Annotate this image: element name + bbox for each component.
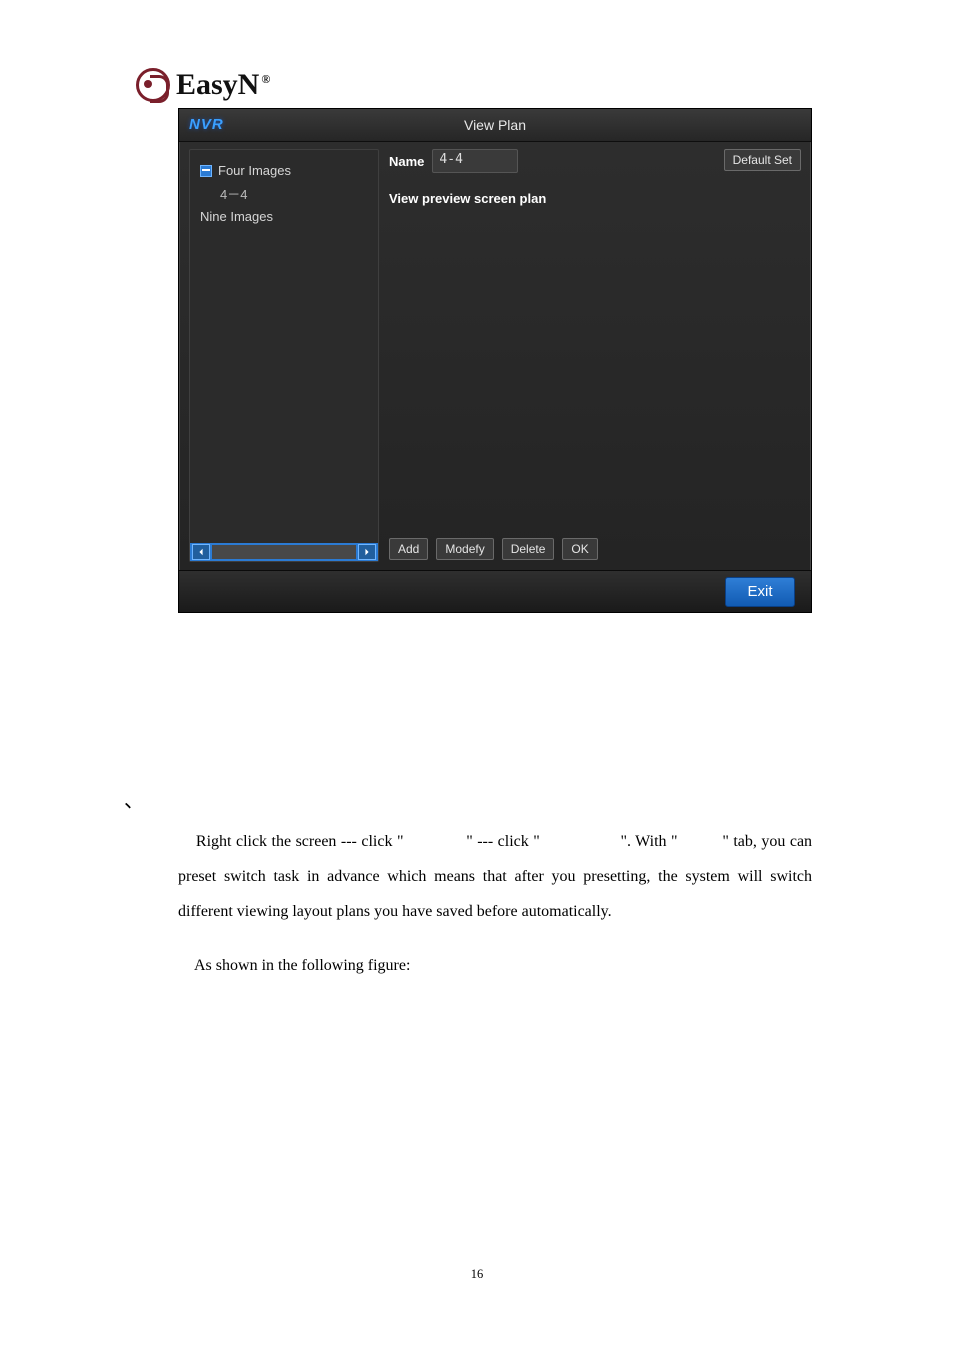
text-segment: Right click the screen --- click "	[196, 833, 404, 850]
collapse-icon[interactable]	[200, 165, 212, 177]
page-number: 16	[0, 1267, 954, 1282]
brand-logo: EasyN®	[136, 68, 270, 102]
chevron-left-icon	[197, 548, 205, 556]
plan-tree-sidebar: Four Images 4－4 Nine Images	[189, 149, 379, 562]
view-plan-dialog: NVR View Plan Four Images 4－4 Nine Image…	[178, 108, 812, 613]
sidebar-hscrollbar[interactable]	[190, 543, 378, 561]
text-segment: As shown in the following figure:	[194, 957, 410, 974]
punctuation-mark: 、	[124, 784, 144, 813]
tree-label: Four Images	[218, 163, 291, 178]
tree-item-nine-images[interactable]: Nine Images	[200, 206, 378, 227]
exit-button[interactable]: Exit	[725, 577, 795, 607]
app-brand: NVR	[189, 109, 224, 141]
scroll-left-button[interactable]	[192, 544, 210, 560]
tree-label: Nine Images	[200, 209, 273, 224]
registered-mark: ®	[261, 72, 270, 86]
brand-logo-text: EasyN®	[176, 68, 270, 102]
text-segment: ". With "	[620, 833, 677, 850]
document-body: Right click the screen --- click " " ---…	[178, 824, 812, 983]
tree-label: 4－4	[220, 184, 247, 203]
scroll-right-button[interactable]	[358, 544, 376, 560]
tree-item-4-4[interactable]: 4－4	[200, 181, 378, 206]
preview-plan-header: View preview screen plan	[389, 191, 801, 206]
ok-button[interactable]: OK	[562, 538, 597, 560]
delete-button[interactable]: Delete	[502, 538, 555, 560]
brand-name: EasyN	[176, 68, 259, 101]
tree-item-four-images[interactable]: Four Images	[200, 160, 378, 181]
scrollbar-track[interactable]	[212, 545, 356, 559]
chevron-right-icon	[363, 548, 371, 556]
text-segment: " --- click "	[466, 833, 540, 850]
add-button[interactable]: Add	[389, 538, 428, 560]
dialog-title: View Plan	[464, 117, 526, 133]
dialog-footer: Exit	[179, 570, 811, 612]
modify-button[interactable]: Modefy	[436, 538, 493, 560]
plan-main-panel: Name 4-4 Default Set View preview screen…	[389, 149, 801, 562]
name-label: Name	[389, 154, 424, 169]
action-button-row: Add Modefy Delete OK	[389, 538, 598, 560]
plan-tree: Four Images 4－4 Nine Images	[190, 150, 378, 227]
paragraph-2: As shown in the following figure:	[178, 948, 812, 983]
dialog-titlebar: NVR View Plan	[179, 109, 811, 142]
name-input[interactable]: 4-4	[432, 149, 518, 173]
paragraph-1: Right click the screen --- click " " ---…	[178, 824, 812, 930]
default-set-button[interactable]: Default Set	[724, 149, 801, 171]
brand-logo-mark	[136, 68, 170, 102]
